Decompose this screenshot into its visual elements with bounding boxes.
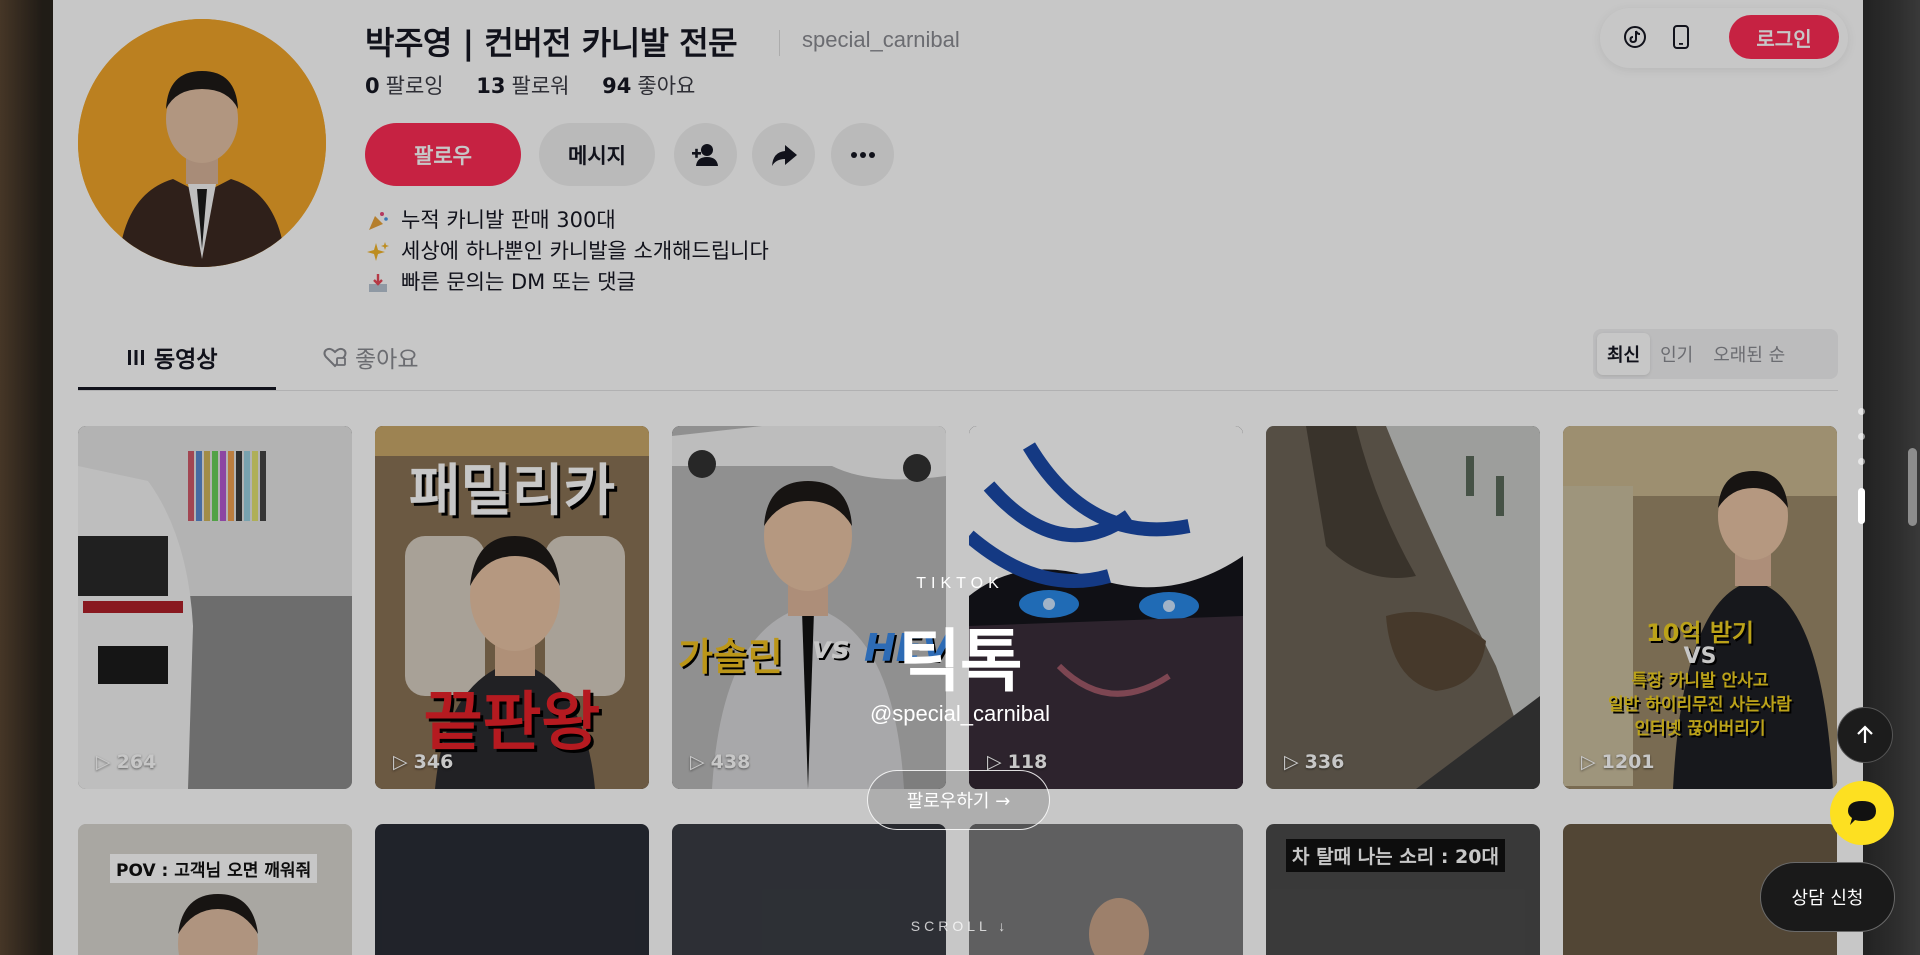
overlay-handle: @special_carnibal — [869, 701, 1051, 726]
page-scrollbar-thumb[interactable] — [1908, 448, 1917, 526]
section-nav-dot[interactable] — [1858, 433, 1865, 440]
section-nav-dot[interactable] — [1858, 458, 1865, 465]
kakao-chat-button[interactable] — [1830, 781, 1894, 845]
overlay-title: 틱톡 — [898, 623, 1022, 702]
consult-request-button[interactable]: 상담 신청 — [1760, 862, 1895, 932]
scroll-hint: SCROLL ↓ — [910, 918, 1010, 934]
overlay-kicker: TIKTOK — [916, 575, 1004, 592]
chat-bubble-icon — [1848, 801, 1876, 825]
overlay-follow-button[interactable]: 팔로우하기 → — [867, 770, 1050, 830]
scroll-to-top-button[interactable] — [1837, 707, 1893, 763]
section-nav-dot-active[interactable] — [1858, 488, 1865, 524]
section-nav-dot[interactable] — [1858, 408, 1865, 415]
arrow-up-icon — [1857, 725, 1873, 743]
